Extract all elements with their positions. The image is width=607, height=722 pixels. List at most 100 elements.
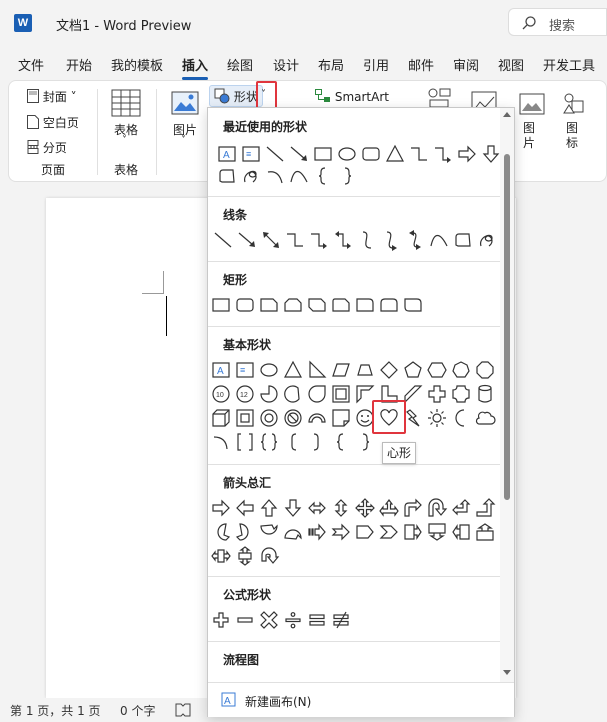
shape-recent-freeform-icon[interactable] xyxy=(216,165,238,187)
shape-basic-heptagon-icon[interactable] xyxy=(450,359,472,381)
shape-basic-teardrop-icon[interactable] xyxy=(306,383,328,405)
shape-basic-nosymbol-icon[interactable] xyxy=(282,407,304,429)
shape-basic-cross-icon[interactable] xyxy=(426,383,448,405)
shape-basic-rbracket-icon[interactable] xyxy=(306,431,328,453)
picture-button[interactable] xyxy=(171,91,199,118)
shape-rectangles-rrect-icon[interactable] xyxy=(234,294,256,316)
shape-basic-blockarc-icon[interactable] xyxy=(306,407,328,429)
shape-recent-oval-icon[interactable] xyxy=(336,143,358,165)
shape-equation-divide-icon[interactable] xyxy=(282,609,304,631)
shape-arrows-lrarrow-icon[interactable] xyxy=(306,497,328,519)
shape-basic-plaque-icon[interactable] xyxy=(450,383,472,405)
tab-design[interactable]: 设计 xyxy=(273,55,299,74)
shape-basic-hexagon-icon[interactable] xyxy=(426,359,448,381)
tab-file[interactable]: 文件 xyxy=(18,55,44,74)
shape-basic-dec10-icon[interactable]: 10 xyxy=(210,383,232,405)
shape-arrows-crv4-icon[interactable] xyxy=(282,521,304,543)
shape-lines-curveddbl-icon[interactable] xyxy=(404,229,426,251)
table-button[interactable] xyxy=(111,89,141,120)
shape-arrows-lcallout-icon[interactable] xyxy=(450,521,472,543)
shape-rectangles-snip1-icon[interactable] xyxy=(258,294,280,316)
shape-basic-trap-icon[interactable] xyxy=(354,359,376,381)
shape-arrows-pentarrow-icon[interactable] xyxy=(354,521,376,543)
shape-arrows-bentup-icon[interactable] xyxy=(474,497,496,519)
shape-basic-octagon-icon[interactable] xyxy=(474,359,496,381)
shape-lines-line-icon[interactable] xyxy=(212,229,234,251)
shape-arrows-udcallout-icon[interactable] xyxy=(234,545,256,567)
shape-arrows-lrcallout-icon[interactable] xyxy=(210,545,232,567)
shape-recent-tri-icon[interactable] xyxy=(384,143,406,165)
shape-recent-rrect-icon[interactable] xyxy=(360,143,382,165)
shape-basic-foldcorner-icon[interactable] xyxy=(330,407,352,429)
shape-basic-bevel-icon[interactable] xyxy=(234,407,256,429)
shape-arrows-crv2-icon[interactable] xyxy=(234,521,256,543)
read-mode-icon[interactable] xyxy=(175,703,191,717)
panel-scrollbar[interactable] xyxy=(500,108,514,682)
shape-basic-arc2-icon[interactable] xyxy=(210,431,232,453)
shape-arrows-chevron-icon[interactable] xyxy=(378,521,400,543)
shape-basic-sun-icon[interactable] xyxy=(426,407,448,429)
shape-equation-notequal-icon[interactable] xyxy=(330,609,352,631)
page-count[interactable]: 第 1 页，共 1 页 xyxy=(10,702,101,719)
shape-basic-dodec12-icon[interactable]: 12 xyxy=(234,383,256,405)
shape-arrows-darrow-icon[interactable] xyxy=(282,497,304,519)
shape-basic-pentagon-icon[interactable] xyxy=(402,359,424,381)
tab-my-templates[interactable]: 我的模板 xyxy=(111,55,163,74)
shape-basic-diamond-icon[interactable] xyxy=(378,359,400,381)
shape-arrows-lrupicon-icon[interactable] xyxy=(378,497,400,519)
shape-arrows-lupiarrow-icon[interactable] xyxy=(450,497,472,519)
shape-arrows-crv3-icon[interactable] xyxy=(258,521,280,543)
blank-page-button[interactable]: 空白页 xyxy=(27,114,79,131)
tab-layout[interactable]: 布局 xyxy=(318,55,344,74)
scroll-up-icon[interactable] xyxy=(503,112,511,117)
shape-equation-minus-icon[interactable] xyxy=(234,609,256,631)
picture2-button[interactable] xyxy=(519,93,545,118)
shape-lines-freeform-icon[interactable] xyxy=(452,229,474,251)
shape-arrows-bentarrow-icon[interactable] xyxy=(402,497,424,519)
cover-button[interactable]: 封面 ˅ xyxy=(27,88,77,105)
tab-draw[interactable]: 绘图 xyxy=(227,55,253,74)
shape-lines-elbowdbl-icon[interactable] xyxy=(332,229,354,251)
shape-basic-lbracket-icon[interactable] xyxy=(282,431,304,453)
shape-lines-curve-icon[interactable] xyxy=(428,229,450,251)
word-count[interactable]: 0 个字 xyxy=(120,702,155,719)
shape-basic-moon-icon[interactable] xyxy=(450,407,472,429)
tab-review[interactable]: 审阅 xyxy=(453,55,479,74)
shape-recent-lbrace-icon[interactable] xyxy=(312,165,334,187)
shape-basic-rbrace-icon[interactable] xyxy=(354,431,376,453)
tab-references[interactable]: 引用 xyxy=(363,55,389,74)
shape-recent-textbox-icon[interactable]: A xyxy=(216,143,238,165)
shape-rectangles-rect-icon[interactable] xyxy=(210,294,232,316)
shape-arrows-rcallout-icon[interactable] xyxy=(402,521,424,543)
shape-lines-curvedconn-icon[interactable] xyxy=(356,229,378,251)
shape-basic-can-icon[interactable] xyxy=(474,383,496,405)
shape-equation-multiply-icon[interactable] xyxy=(258,609,280,631)
shape-basic-cloud-icon[interactable] xyxy=(474,407,496,429)
tab-developer[interactable]: 开发工具 xyxy=(543,55,595,74)
tab-mailings[interactable]: 邮件 xyxy=(408,55,434,74)
search-box[interactable]: 搜索 xyxy=(508,8,607,36)
shape-basic-frame-icon[interactable] xyxy=(330,383,352,405)
shape-basic-dblbracket-icon[interactable] xyxy=(234,431,256,453)
shape-equation-equal-icon[interactable] xyxy=(306,609,328,631)
shape-equation-plus-icon[interactable] xyxy=(210,609,232,631)
shape-rectangles-round2-icon[interactable] xyxy=(378,294,400,316)
shape-arrows-quadarrow-icon[interactable] xyxy=(354,497,376,519)
shape-arrows-uturn-icon[interactable] xyxy=(426,497,448,519)
shape-recent-arrowline-icon[interactable] xyxy=(288,143,310,165)
shape-recent-rarrow-icon[interactable] xyxy=(456,143,478,165)
scroll-thumb[interactable] xyxy=(504,154,510,500)
shape-basic-tri-icon[interactable] xyxy=(282,359,304,381)
shape-recent-rect-icon[interactable] xyxy=(312,143,334,165)
shape-lines-elbow-icon[interactable] xyxy=(284,229,306,251)
shape-arrows-larrow-icon[interactable] xyxy=(234,497,256,519)
page-break-button[interactable]: 分页 xyxy=(27,139,67,156)
shapes-button[interactable]: 形状 xyxy=(209,85,263,107)
shape-rectangles-rounddiag-icon[interactable] xyxy=(402,294,424,316)
icons-button[interactable] xyxy=(561,91,585,118)
shape-arrows-crv1-icon[interactable] xyxy=(210,521,232,543)
shape-recent-scribble-icon[interactable] xyxy=(240,165,262,187)
smartart-button[interactable]: SmartArt xyxy=(315,89,389,104)
shape-recent-vtextbox-icon[interactable]: ≡ xyxy=(240,143,262,165)
shape-basic-rtri-icon[interactable] xyxy=(306,359,328,381)
